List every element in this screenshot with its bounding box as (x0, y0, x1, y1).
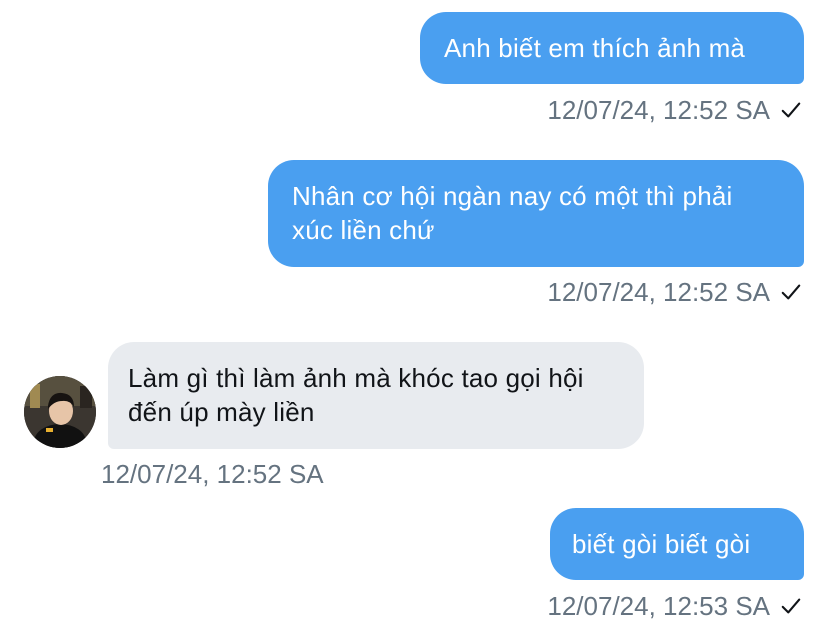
message-bubble-outgoing[interactable]: Nhân cơ hội ngàn nay có một thì phải xúc… (268, 160, 804, 267)
avatar-image (24, 376, 96, 448)
check-icon (781, 284, 801, 300)
message-timestamp: 12/07/24, 12:52 SA (547, 95, 770, 125)
message-text: Anh biết em thích ảnh mà (444, 33, 746, 63)
message-meta: 12/07/24, 12:52 SA (547, 95, 802, 125)
message-meta: 12/07/24, 12:53 SA (547, 591, 802, 621)
message-text: Làm gì thì làm ảnh mà khóc tao gọi hội đ… (128, 363, 584, 427)
check-icon (781, 102, 801, 118)
message-bubble-incoming[interactable]: Làm gì thì làm ảnh mà khóc tao gọi hội đ… (108, 342, 644, 449)
message-meta: 12/07/24, 12:52 SA (547, 277, 802, 307)
message-timestamp: 12/07/24, 12:52 SA (101, 459, 324, 489)
message-text: Nhân cơ hội ngàn nay có một thì phải xúc… (292, 181, 733, 245)
avatar[interactable] (24, 376, 96, 448)
check-icon (781, 598, 801, 614)
message-bubble-outgoing[interactable]: Anh biết em thích ảnh mà (420, 12, 804, 84)
message-timestamp: 12/07/24, 12:52 SA (547, 277, 770, 307)
message-bubble-outgoing[interactable]: biết gòi biết gòi (550, 508, 804, 580)
message-timestamp: 12/07/24, 12:53 SA (547, 591, 770, 621)
message-meta: 12/07/24, 12:52 SA (101, 459, 324, 489)
message-text: biết gòi biết gòi (572, 529, 751, 559)
